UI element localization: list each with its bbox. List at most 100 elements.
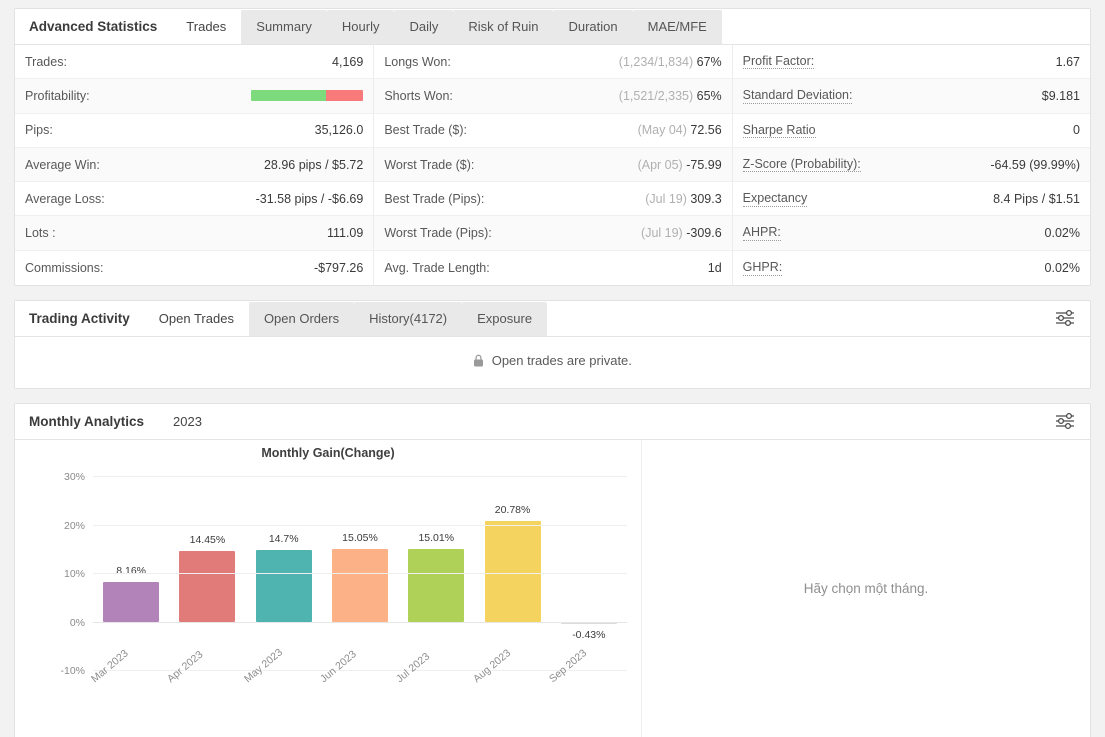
- stat-row-profit-factor: Profit Factor: 1.67: [732, 45, 1090, 80]
- stat-label: Average Loss:: [25, 191, 105, 206]
- stat-label: Profitability:: [25, 88, 90, 103]
- tab-year-2023[interactable]: 2023: [158, 405, 217, 440]
- stat-label: Shorts Won:: [384, 88, 453, 103]
- chart-bar[interactable]: [103, 582, 160, 622]
- stat-label[interactable]: GHPR:: [742, 260, 783, 276]
- stat-value-muted: (May 04): [637, 123, 687, 138]
- page-root: Advanced Statistics Trades Summary Hourl…: [0, 0, 1105, 737]
- open-trades-private-message: Open trades are private.: [491, 353, 632, 369]
- tab-open-orders[interactable]: Open Orders: [248, 302, 355, 337]
- statistics-column-2: Longs Won: (1,234/1,834) 67% Shorts Won:…: [373, 45, 732, 286]
- sliders-icon[interactable]: [1048, 301, 1082, 335]
- chart-y-tick-label: 20%: [63, 519, 85, 532]
- chart-bar-value-label: 14.7%: [268, 533, 299, 546]
- lock-icon: [473, 354, 484, 370]
- tab-mae-mfe[interactable]: MAE/MFE: [632, 10, 722, 44]
- stat-label: Pips:: [25, 123, 53, 138]
- stat-value-muted: (1,234/1,834): [618, 54, 694, 69]
- stat-value: 0.02%: [1044, 260, 1080, 275]
- chart-bar[interactable]: [408, 548, 465, 622]
- stat-value: (Jul 19) 309.3: [645, 192, 721, 206]
- chart-bar[interactable]: [331, 548, 388, 622]
- stat-label: Commissions:: [25, 260, 104, 275]
- stat-value: 0: [1073, 123, 1080, 138]
- chart-x-label-slot: Jun 2023: [318, 648, 398, 730]
- stat-label: Average Win:: [25, 157, 100, 172]
- advanced-statistics-panel: Advanced Statistics Trades Summary Hourl…: [14, 8, 1091, 287]
- stat-label: Longs Won:: [384, 54, 451, 69]
- stat-value: 28.96 pips / $5.72: [263, 157, 364, 172]
- chart-x-label-slot: Apr 2023: [165, 649, 245, 730]
- stat-value: $9.181: [1041, 88, 1080, 103]
- profitability-bar: [251, 90, 364, 102]
- profitability-loss-segment: [326, 90, 364, 102]
- chart-bar-value-label: 15.01%: [418, 531, 455, 544]
- stat-label[interactable]: Expectancy: [742, 191, 808, 207]
- stat-row-avg-trade-length: Avg. Trade Length: 1d: [374, 251, 731, 285]
- stat-label[interactable]: Profit Factor:: [742, 54, 815, 70]
- stat-row-worst-trade-pips: Worst Trade (Pips): (Jul 19) -309.6: [374, 216, 732, 251]
- tab-summary[interactable]: Summary: [241, 10, 327, 44]
- chart-y-tick-label: 30%: [63, 471, 85, 484]
- stat-label[interactable]: AHPR:: [742, 225, 781, 241]
- stat-row-best-trade-pips: Best Trade (Pips): (Jul 19) 309.3: [374, 182, 732, 217]
- chart-bar[interactable]: [179, 551, 236, 622]
- stat-value: -64.59 (99.99%): [990, 157, 1080, 172]
- monthly-analytics-tabstrip: Monthly Analytics 2023: [15, 404, 1090, 441]
- chart-gridline: 0%: [70, 617, 627, 629]
- tab-history[interactable]: History(4172): [354, 302, 463, 337]
- tab-duration[interactable]: Duration: [553, 10, 633, 44]
- stat-value-main: 72.56: [690, 123, 722, 138]
- stat-value: 111.09: [326, 226, 364, 241]
- stat-value: (May 04) 72.56: [638, 123, 722, 137]
- tab-exposure[interactable]: Exposure: [462, 302, 548, 337]
- statistics-column-1: Trades: 4,169 Profitability: Pips: 35,12…: [15, 45, 374, 285]
- stat-row-shorts-won: Shorts Won: (1,521/2,335) 65%: [374, 79, 732, 114]
- advanced-statistics-title: Advanced Statistics: [15, 10, 172, 44]
- monthly-analytics-title: Monthly Analytics: [15, 405, 159, 440]
- stat-value: 8.4 Pips / $1.51: [993, 191, 1080, 206]
- trading-activity-title: Trading Activity: [15, 302, 144, 337]
- stat-value: (1,521/2,335) 65%: [619, 89, 722, 103]
- select-month-message: Hãy chọn một tháng.: [803, 581, 929, 597]
- stat-label[interactable]: Standard Deviation:: [742, 88, 853, 104]
- stat-row-z-score: Z-Score (Probability): -64.59 (99.99%): [732, 147, 1090, 183]
- stat-value-main: -75.99: [686, 157, 722, 172]
- chart-y-tick-label: -10%: [60, 665, 85, 678]
- chart-bar-value-label: 8.16%: [116, 565, 147, 577]
- stat-row-profitability: Profitability:: [15, 79, 374, 114]
- tab-hourly[interactable]: Hourly: [326, 10, 395, 44]
- stat-row-sharpe-ratio: Sharpe Ratio 0: [732, 114, 1090, 148]
- stat-label[interactable]: Z-Score (Probability):: [742, 157, 861, 173]
- stat-row-expectancy: Expectancy 8.4 Pips / $1.51: [732, 182, 1090, 217]
- tab-risk-of-ruin[interactable]: Risk of Ruin: [453, 10, 554, 44]
- stat-row-standard-deviation: Standard Deviation: $9.181: [732, 79, 1090, 114]
- stat-value-muted: (Apr 05): [637, 157, 683, 172]
- stat-label[interactable]: Sharpe Ratio: [742, 123, 816, 138]
- stat-label: Best Trade (Pips):: [384, 191, 485, 206]
- chart-bar[interactable]: [255, 550, 312, 622]
- trading-activity-panel: Trading Activity Open Trades Open Orders…: [14, 300, 1091, 390]
- tab-trades[interactable]: Trades: [171, 10, 242, 44]
- stat-row-worst-trade-dollar: Worst Trade ($): (Apr 05) -75.99: [374, 147, 732, 183]
- stat-value-main: 65%: [696, 88, 722, 103]
- stat-value: 1.67: [1055, 54, 1080, 69]
- stat-label: Worst Trade (Pips):: [384, 226, 492, 241]
- sliders-icon[interactable]: [1048, 404, 1082, 438]
- tab-daily[interactable]: Daily: [394, 10, 454, 44]
- stat-value: 35,126.0: [314, 123, 364, 138]
- stat-row-average-loss: Average Loss: -31.58 pips / -$6.69: [15, 182, 374, 217]
- stat-value-main: -309.6: [686, 226, 722, 241]
- stat-value: 0.02%: [1044, 226, 1080, 241]
- chart-bar[interactable]: [484, 520, 541, 622]
- stat-value-main: 67%: [696, 54, 722, 69]
- tab-open-trades[interactable]: Open Trades: [143, 302, 249, 337]
- chart-x-axis-labels: Mar 2023 Apr 2023 May 2023 Jun 2023 Jul 2023…: [89, 646, 627, 730]
- stat-value-muted: (Jul 19): [645, 191, 687, 206]
- monthly-gain-chart: Monthly Gain(Change) 8.16% 14.45% 14.7% 15.…: [15, 440, 642, 737]
- chart-x-label-slot: Mar 2023: [89, 648, 169, 730]
- chart-x-label-slot: Jul 2023: [394, 651, 474, 730]
- chart-x-label-slot: Sep 2023: [547, 647, 627, 730]
- chart-gridline: 30%: [64, 471, 627, 483]
- monthly-detail-pane: Hãy chọn một tháng.: [642, 440, 1090, 737]
